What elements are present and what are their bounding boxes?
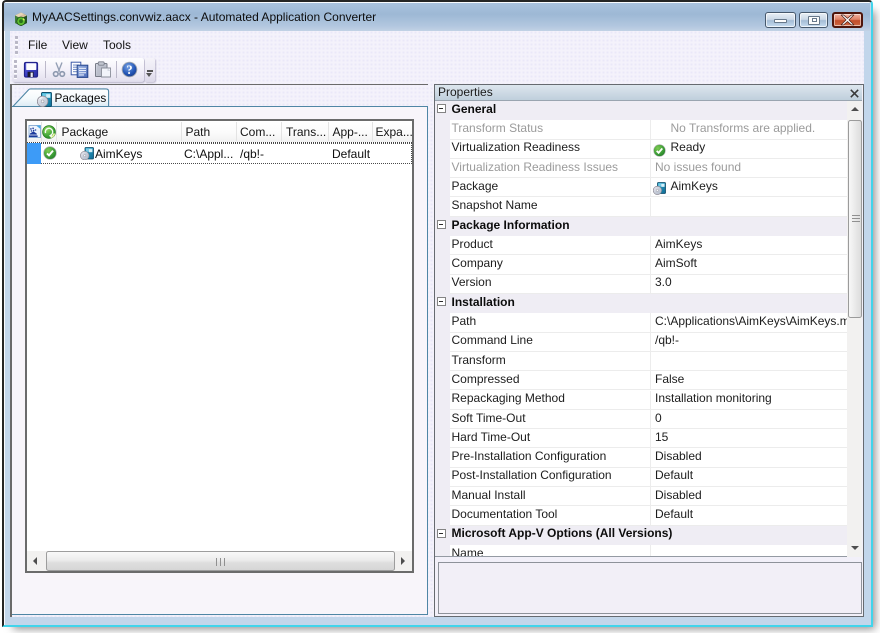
svg-text:?: ?: [126, 63, 132, 77]
